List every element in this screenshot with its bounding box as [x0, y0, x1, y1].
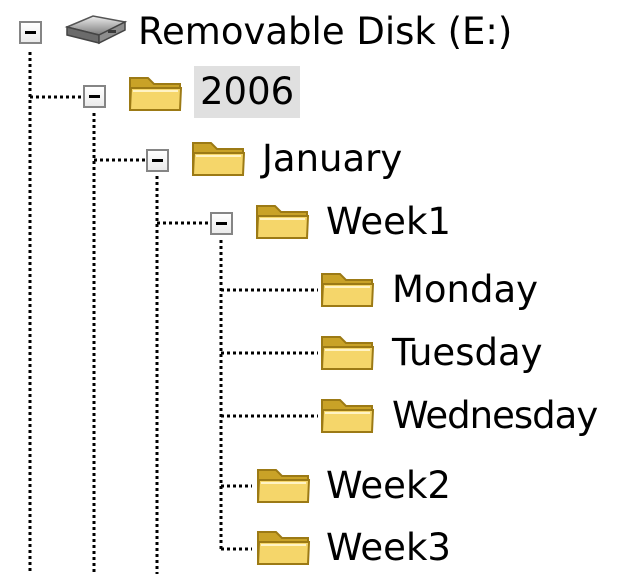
folder-icon: [256, 469, 311, 503]
tree-node-label[interactable]: 2006: [194, 66, 301, 118]
tree-node-label[interactable]: Week3: [320, 522, 457, 574]
tree-node-january[interactable]: January: [0, 131, 430, 187]
tree-node-monday[interactable]: Monday: [0, 262, 560, 318]
tree-node-label[interactable]: Wednesday: [386, 390, 603, 442]
tree-node-label[interactable]: Monday: [386, 264, 544, 316]
tree-node-removable-disk[interactable]: Removable Disk (E:): [0, 4, 560, 60]
tree-node-label[interactable]: January: [256, 133, 408, 185]
folder-icon: [191, 142, 246, 176]
tree-node-week2[interactable]: Week2: [0, 458, 480, 514]
tree-node-wednesday[interactable]: Wednesday: [0, 388, 618, 444]
collapse-toggle[interactable]: [83, 85, 106, 108]
folder-icon: [255, 205, 310, 239]
tree-node-label[interactable]: Week2: [320, 460, 457, 512]
minus-icon: [152, 159, 163, 162]
folder-icon: [256, 531, 311, 565]
tree-node-label[interactable]: Tuesday: [386, 327, 549, 379]
folder-icon: [320, 336, 375, 370]
minus-icon: [216, 222, 227, 225]
collapse-toggle[interactable]: [146, 149, 169, 172]
folder-icon: [320, 273, 375, 307]
tree-node-week3[interactable]: Week3: [0, 520, 480, 574]
removable-drive-icon: [64, 15, 128, 45]
folder-icon: [128, 77, 183, 111]
tree-node-week1[interactable]: Week1: [0, 194, 470, 250]
tree-node-label[interactable]: Week1: [320, 196, 457, 248]
collapse-toggle[interactable]: [19, 21, 42, 44]
collapse-toggle[interactable]: [210, 212, 233, 235]
folder-tree: Removable Disk (E:) 2006 January Week1 M…: [0, 0, 618, 574]
tree-node-tuesday[interactable]: Tuesday: [0, 325, 570, 381]
tree-node-2006[interactable]: 2006: [0, 66, 330, 122]
minus-icon: [25, 31, 36, 34]
tree-node-label[interactable]: Removable Disk (E:): [132, 6, 518, 58]
minus-icon: [89, 95, 100, 98]
folder-icon: [320, 399, 375, 433]
